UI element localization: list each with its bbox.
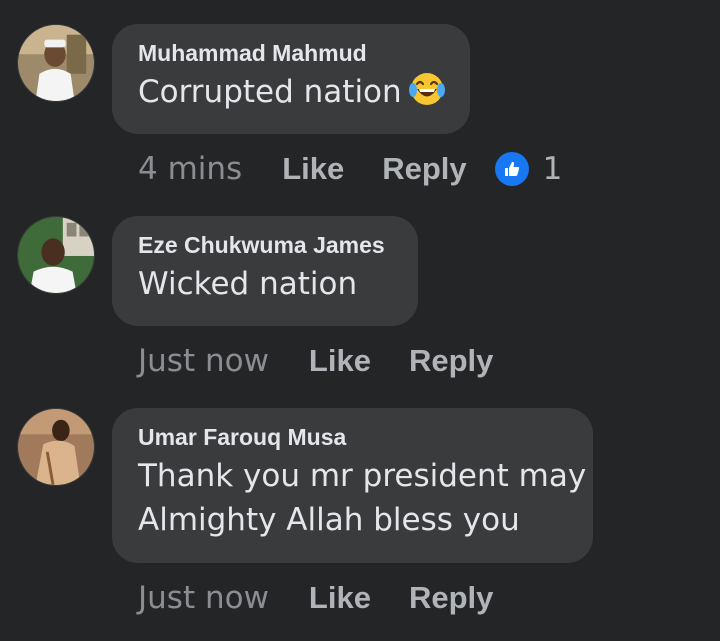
comment-actions: Just now Like Reply <box>138 340 531 382</box>
avatar[interactable] <box>17 216 95 294</box>
thumbs-up-icon <box>494 152 529 186</box>
comment-author[interactable]: Umar Farouq Musa <box>138 424 567 450</box>
reply-button[interactable]: Reply <box>409 343 493 379</box>
comment-text: Thank you mr president may Almighty Alla… <box>138 454 587 542</box>
comment-timestamp[interactable]: 4 mins <box>138 151 242 187</box>
reply-button[interactable]: Reply <box>382 151 466 187</box>
avatar-photo-icon <box>18 217 94 293</box>
reply-button[interactable]: Reply <box>409 580 493 616</box>
avatar-photo-icon <box>18 25 94 101</box>
like-button[interactable]: Like <box>309 343 371 379</box>
reaction-count: 1 <box>542 151 563 187</box>
comment-actions: Just now Like Reply <box>138 577 531 619</box>
comment-bubble: Eze Chukwuma James Wicked nation <box>112 216 418 326</box>
comment-timestamp[interactable]: Just now <box>138 343 269 379</box>
like-button[interactable]: Like <box>309 580 371 616</box>
tears-of-joy-emoji-icon <box>408 73 445 105</box>
comment-timestamp[interactable]: Just now <box>138 580 269 616</box>
like-button[interactable]: Like <box>282 151 344 187</box>
comment-text-line: Thank you mr president may <box>138 458 587 494</box>
comment-text-content: Corrupted nation <box>138 74 402 110</box>
comment-author[interactable]: Muhammad Mahmud <box>138 40 444 66</box>
avatar-photo-icon <box>18 409 94 485</box>
comment-text: Wicked nation <box>138 266 358 302</box>
avatar[interactable] <box>17 24 95 102</box>
avatar[interactable] <box>17 408 95 486</box>
comment-text-line: Almighty Allah bless you <box>138 502 520 538</box>
comment-bubble: Umar Farouq Musa Thank you mr president … <box>112 408 593 563</box>
comment-author[interactable]: Eze Chukwuma James <box>138 232 392 258</box>
reaction-summary[interactable]: 1 <box>494 151 563 187</box>
comment-actions: 4 mins Like Reply 1 <box>138 148 562 190</box>
comment-text: Corrupted nation <box>138 70 445 114</box>
comment-bubble: Muhammad Mahmud Corrupted nation <box>112 24 470 134</box>
